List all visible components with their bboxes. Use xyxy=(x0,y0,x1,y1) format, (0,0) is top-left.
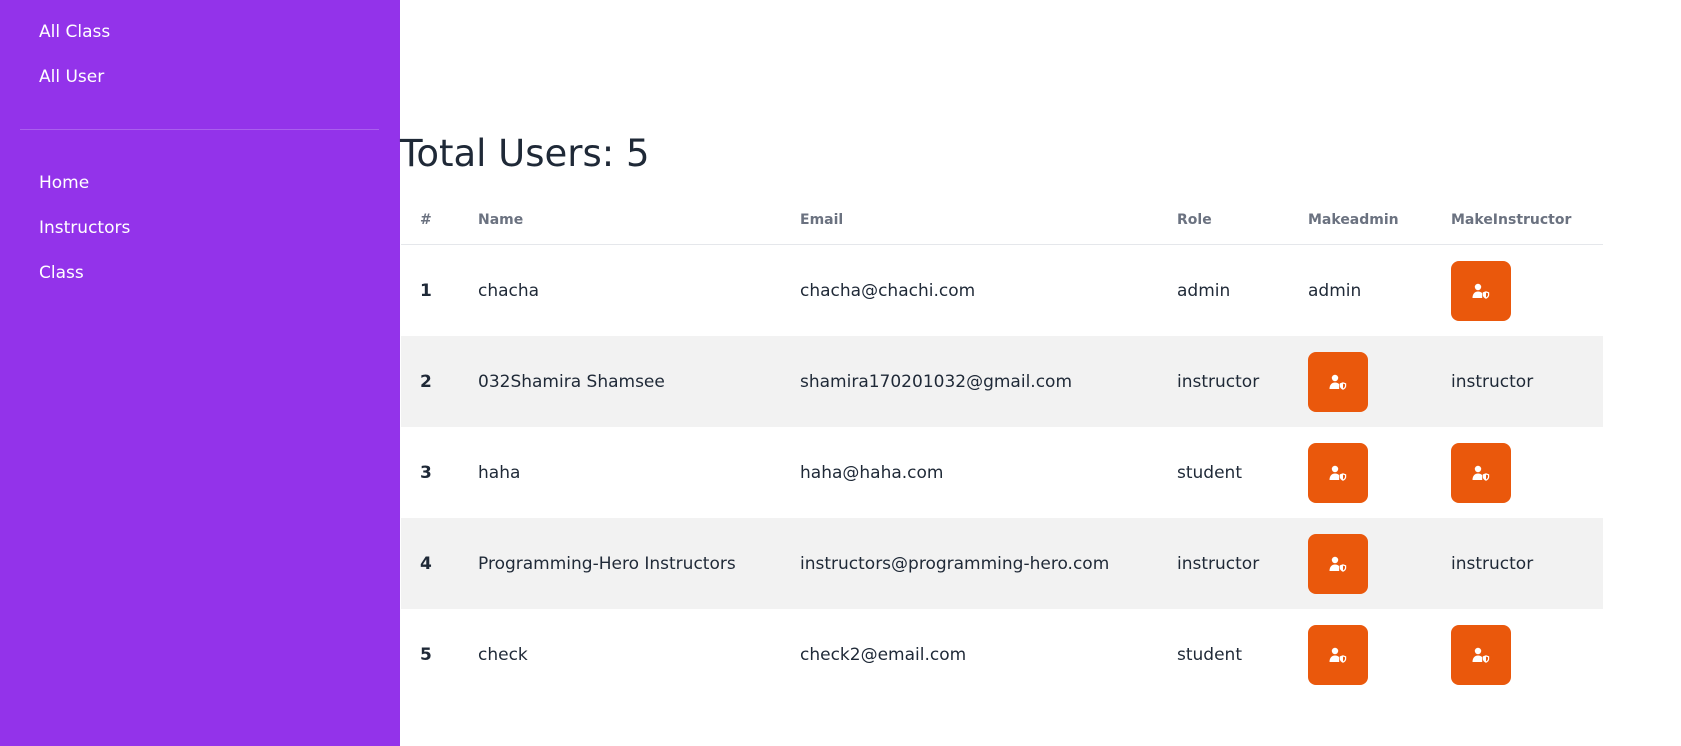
user-role: student xyxy=(1177,462,1242,483)
make-admin-button[interactable] xyxy=(1308,624,1368,685)
make-admin-button[interactable] xyxy=(1308,533,1368,594)
row-number: 1 xyxy=(420,280,432,301)
users-table: # Name Email Role Makeadmin MakeInstruct… xyxy=(401,204,1603,700)
user-email: haha@haha.com xyxy=(800,462,944,483)
header-role: Role xyxy=(1177,212,1212,228)
user-shield-icon xyxy=(1472,465,1490,481)
make-instructor-cell xyxy=(1451,609,1511,700)
make-instructor-button[interactable] xyxy=(1451,442,1511,503)
header-make-instructor: MakeInstructor xyxy=(1451,212,1572,228)
sidebar-item-all-user[interactable]: All User xyxy=(39,66,104,88)
make-admin-cell xyxy=(1308,427,1368,518)
row-number: 3 xyxy=(420,462,432,483)
make-instructor-button[interactable] xyxy=(1451,624,1511,685)
sidebar: All Class All User Home Instructors Clas… xyxy=(0,0,400,746)
table-body: 1 chacha chacha@chachi.com admin admin 2 032Sh… xyxy=(401,245,1603,700)
header-name: Name xyxy=(478,212,524,228)
make-admin-cell xyxy=(1308,518,1368,609)
user-shield-icon xyxy=(1472,647,1490,663)
user-shield-icon xyxy=(1329,556,1347,572)
user-name: 032Shamira Shamsee xyxy=(478,371,665,392)
sidebar-item-class[interactable]: Class xyxy=(39,262,84,284)
make-instructor-cell xyxy=(1451,245,1511,336)
sidebar-item-all-class[interactable]: All Class xyxy=(39,21,110,43)
user-name: check xyxy=(478,644,528,665)
make-instructor-cell xyxy=(1451,427,1511,518)
make-admin-status: admin xyxy=(1308,280,1362,301)
row-number: 2 xyxy=(420,371,432,392)
header-make-admin: Makeadmin xyxy=(1308,212,1399,228)
table-row: 3 haha haha@haha.com student xyxy=(401,427,1603,518)
user-shield-icon xyxy=(1329,647,1347,663)
user-shield-icon xyxy=(1472,283,1490,299)
user-shield-icon xyxy=(1329,465,1347,481)
table-row: 5 check check2@email.com student xyxy=(401,609,1603,700)
user-role: student xyxy=(1177,644,1242,665)
table-header: # Name Email Role Makeadmin MakeInstruct… xyxy=(401,204,1603,245)
row-number: 5 xyxy=(420,644,432,665)
make-admin-button[interactable] xyxy=(1308,442,1368,503)
user-role: instructor xyxy=(1177,371,1260,392)
user-name: Programming-Hero Instructors xyxy=(478,553,736,574)
user-shield-icon xyxy=(1329,374,1347,390)
make-admin-button[interactable] xyxy=(1308,351,1368,412)
header-email: Email xyxy=(800,212,844,228)
user-role: instructor xyxy=(1177,553,1260,574)
table-row: 2 032Shamira Shamsee shamira170201032@gmai… xyxy=(401,336,1603,427)
user-name: haha xyxy=(478,462,521,483)
user-email: shamira170201032@gmail.com xyxy=(800,371,1073,392)
page-title: Total Users: 5 xyxy=(400,132,650,175)
make-instructor-button[interactable] xyxy=(1451,260,1511,321)
user-email: check2@email.com xyxy=(800,644,967,665)
row-number: 4 xyxy=(420,553,432,574)
user-email: chacha@chachi.com xyxy=(800,280,976,301)
sidebar-item-instructors[interactable]: Instructors xyxy=(39,217,130,239)
header-number: # xyxy=(420,212,432,228)
sidebar-item-home[interactable]: Home xyxy=(39,172,89,194)
make-instructor-status: instructor xyxy=(1451,553,1534,574)
user-role: admin xyxy=(1177,280,1231,301)
make-admin-cell xyxy=(1308,609,1368,700)
sidebar-divider xyxy=(20,129,379,130)
user-email: instructors@programming-hero.com xyxy=(800,553,1110,574)
make-instructor-status: instructor xyxy=(1451,371,1534,392)
table-row: 1 chacha chacha@chachi.com admin admin xyxy=(401,245,1603,336)
make-admin-cell xyxy=(1308,336,1368,427)
user-name: chacha xyxy=(478,280,540,301)
table-row: 4 Programming-Hero Instructors instructors… xyxy=(401,518,1603,609)
